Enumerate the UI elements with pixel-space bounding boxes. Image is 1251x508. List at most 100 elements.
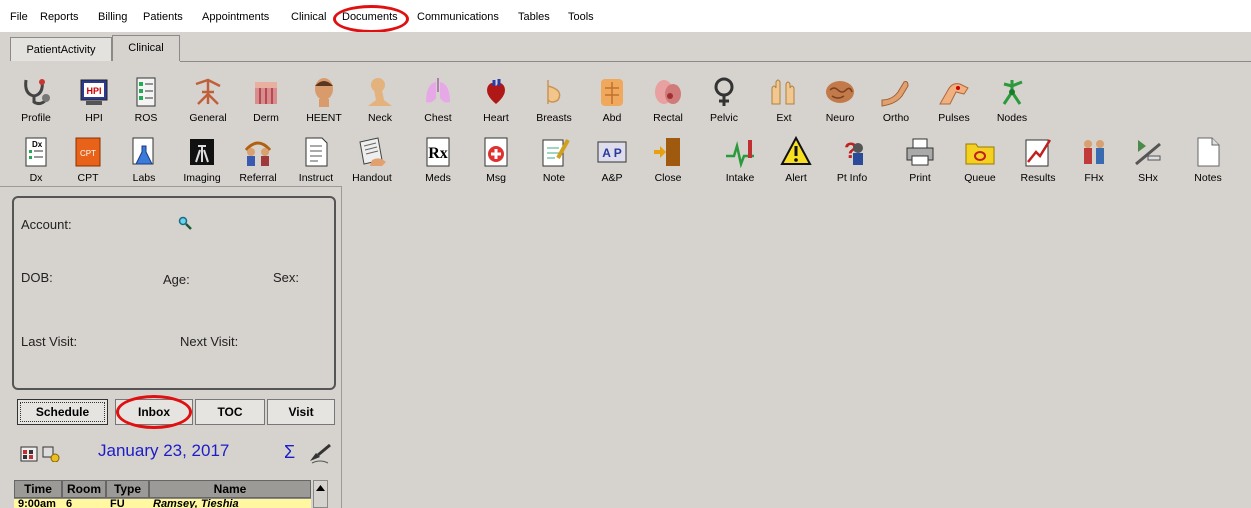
toolbar-queue-button[interactable]: Queue [952,136,1008,194]
toolbar-close-label: Close [654,172,682,184]
toolbar-abd-button[interactable]: Abd [584,76,640,134]
row-name-cell: Ramsey, Tieshia [153,498,239,508]
toolbar-heent-button[interactable]: HEENT [296,76,352,134]
svg-text:HPI: HPI [86,86,101,96]
sigma-totals-button[interactable]: Σ [284,442,295,463]
toolbar-ext-button[interactable]: Ext [756,76,812,134]
menu-file[interactable]: File [10,11,28,23]
toolbar-nodes-button[interactable]: Nodes [984,76,1040,134]
toolbar-ptinfo-button[interactable]: ? Pt Info [824,136,880,194]
toolbar-neck-button[interactable]: Neck [352,76,408,134]
instructions-icon [305,137,328,167]
lab-flask-icon [132,137,154,165]
toolbar-pulses-button[interactable]: Pulses [926,76,982,134]
body-outline-icon [195,78,221,105]
menu-tools[interactable]: Tools [568,11,594,23]
toolbar-notes-label: Notes [1194,172,1222,184]
toolbar-results-button[interactable]: Results [1010,136,1066,194]
schedule-table: Time Room Type Name 9:00am 6 FU Ramsey, … [14,478,330,508]
toolbar-handout-button[interactable]: Handout [344,136,400,194]
dob-label: DOB: [21,270,53,285]
last-visit-label: Last Visit: [21,334,78,349]
tab-clinical[interactable]: Clinical [112,35,180,61]
row-time-cell: 9:00am [18,498,56,508]
toolbar-ap-button[interactable]: A P A&P [584,136,640,194]
toolbar-close-button[interactable]: Close [640,136,696,194]
intake-vitals-icon [726,140,754,168]
results-chart-icon [1025,139,1052,167]
tab-toc[interactable]: TOC [195,399,265,425]
toolbar-shx-button[interactable]: SHx [1120,136,1176,194]
menu-patients[interactable]: Patients [143,11,183,23]
menu-documents[interactable]: Documents [342,11,398,23]
assessment-plan-icon: A P [597,141,627,163]
referral-people-icon [244,141,272,166]
panel-top-divider [0,186,342,187]
toolbar-alert-button[interactable]: Alert [768,136,824,194]
cpt-book-icon: CPT [75,137,101,167]
arm-icon [881,81,909,107]
note-pen-icon [542,139,570,167]
sign-pen-icon[interactable] [308,443,332,465]
xray-icon [190,139,214,165]
toolbar-note-button[interactable]: Note [526,136,582,194]
toolbar-msg-button[interactable]: Msg [468,136,524,194]
toolbar-ortho-button[interactable]: Ortho [868,76,924,134]
skin-icon [255,82,277,104]
toolbar-intake-button[interactable]: Intake [712,136,768,194]
toolbar-chest-button[interactable]: Chest [410,76,466,134]
tab-patient-activity[interactable]: PatientActivity [10,37,112,61]
printer-icon [906,138,934,166]
search-icon[interactable] [178,216,192,230]
social-history-icon [1135,140,1161,166]
toolbar-hpi-button[interactable]: HPI HPI [66,76,122,134]
panel-right-divider [341,186,342,508]
lungs-icon [426,78,450,103]
menu-tables[interactable]: Tables [518,11,550,23]
toolbar-general-button[interactable]: General [180,76,236,134]
svg-text:Dx: Dx [32,140,43,149]
menu-communications[interactable]: Communications [417,11,499,23]
toolbar-notes-button[interactable]: Notes [1180,136,1236,194]
toolbar-meds-button[interactable]: Rx Meds [410,136,466,194]
tab-inbox[interactable]: Inbox [115,399,193,425]
toolbar-neuro-button[interactable]: Neuro [812,76,868,134]
warning-triangle-icon [780,136,812,165]
diagnosis-icon: Dx [25,137,47,167]
toolbar-fhx-button[interactable]: FHx [1066,136,1122,194]
vertical-scrollbar[interactable] [313,480,328,508]
toolbar-pelvic-button[interactable]: Pelvic [696,76,752,134]
menu-billing[interactable]: Billing [98,11,127,23]
column-header-time[interactable]: Time [14,480,62,498]
sex-label: Sex: [273,270,300,285]
column-header-type[interactable]: Type [106,480,149,498]
schedule-date[interactable]: January 23, 2017 [98,441,229,461]
menu-clinical[interactable]: Clinical [291,11,326,23]
menu-appointments[interactable]: Appointments [202,11,269,23]
add-appointment-icon[interactable] [42,446,60,462]
toolbar-rectal-button[interactable]: Rectal [640,76,696,134]
stethoscope-icon [24,79,50,106]
toolbar-heart-button[interactable]: Heart [468,76,524,134]
lymph-nodes-icon [1002,80,1023,105]
toolbar-derm-button[interactable]: Derm [238,76,294,134]
svg-text:CPT: CPT [80,149,96,158]
blank-page-icon [1197,137,1220,167]
toolbar-breasts-button[interactable]: Breasts [526,76,582,134]
toolbar-print-button[interactable]: Print [892,136,948,194]
age-label: Age: [163,272,190,287]
toolbar-nodes-label: Nodes [996,112,1028,124]
tab-visit[interactable]: Visit [267,399,335,425]
message-icon [484,137,508,167]
queue-folder-icon [965,143,995,165]
tab-schedule[interactable]: Schedule [17,399,108,425]
column-header-room[interactable]: Room [62,480,106,498]
menu-reports[interactable]: Reports [40,11,79,23]
toolbar-ros-button[interactable]: ROS [118,76,174,134]
calendar-grid-icon[interactable] [20,446,38,462]
column-header-name[interactable]: Name [149,480,311,498]
toolbar-profile-button[interactable]: Profile [8,76,64,134]
scroll-up-arrow-icon[interactable] [316,484,325,491]
hands-icon [771,79,795,105]
table-row[interactable]: 9:00am 6 FU Ramsey, Tieshia [14,498,311,508]
